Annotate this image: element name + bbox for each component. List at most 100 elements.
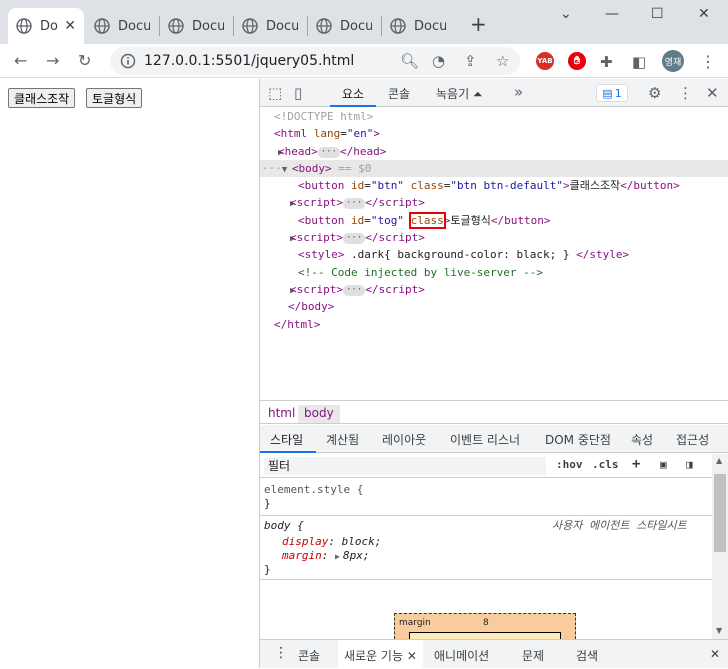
attr-value: "btn btn-default" [450, 179, 563, 192]
new-tab-icon[interactable]: + [470, 14, 487, 34]
toggle-sidebar-icon[interactable]: ◨ [686, 458, 693, 471]
tab-title: Do [40, 18, 58, 34]
dom-node[interactable]: <html lang="en"> [260, 125, 728, 142]
drawer-menu-icon[interactable]: ⋮ [274, 645, 288, 661]
box-model-margin-value[interactable]: 8 [483, 618, 489, 628]
class-toggle-button[interactable]: 클래스조작 [8, 88, 76, 108]
breadcrumb-body[interactable]: body [298, 405, 340, 423]
tab-title: Docu [414, 18, 446, 34]
body-selector: body { [264, 519, 304, 532]
more-tabs-chevron-icon[interactable]: » [514, 83, 523, 101]
devtools-menu-icon[interactable]: ⋮ [678, 84, 693, 102]
breadcrumb: html body [260, 400, 728, 424]
address-bar[interactable]: 127.0.0.1:5501/jquery05.html 🔍︎ ◔ ⇪ ☆ [110, 47, 520, 75]
share-icon[interactable]: ⇪ [464, 52, 477, 70]
drawer-tab-animations[interactable]: 애니메이션 [434, 647, 489, 664]
cls-toggle[interactable]: .cls [592, 458, 619, 471]
ellipsis-icon[interactable]: ··· [317, 146, 341, 158]
drawer-tab-search[interactable]: 검색 [576, 647, 598, 664]
tab-search-chevron-icon[interactable]: ⌄ [560, 6, 572, 22]
hand-extension-icon[interactable]: ✋︎ [568, 52, 586, 70]
dom-node-selected[interactable]: ···▼ <body> == $0 [260, 160, 728, 177]
dom-node[interactable]: </body> [260, 298, 728, 315]
bookmark-star-icon[interactable]: ☆ [496, 52, 509, 70]
browser-tab[interactable]: Docu [382, 8, 454, 44]
close-drawer-tab-icon[interactable]: ✕ [407, 649, 417, 663]
ellipsis-icon[interactable]: ··· [342, 232, 366, 244]
css-property: display [282, 535, 329, 548]
new-rule-plus-icon[interactable]: + [632, 456, 640, 472]
settings-gear-icon[interactable]: ⚙ [648, 84, 661, 102]
dom-node[interactable]: <button id="tog" class>토글형식</button> [260, 212, 728, 229]
dom-node[interactable]: ▶<script> ··· </script> [260, 194, 728, 211]
drawer-tab-console[interactable]: 콘솔 [298, 647, 320, 664]
browser-tab[interactable]: Docu [234, 8, 306, 44]
dom-node[interactable]: <!DOCTYPE html> [260, 108, 728, 125]
node-menu-dots-icon[interactable]: ··· [260, 162, 282, 175]
tab-computed[interactable]: 계산됨 [326, 431, 359, 448]
back-icon[interactable]: ← [14, 51, 27, 71]
maximize-icon[interactable]: ☐ [651, 6, 664, 22]
attr-value: "en" [346, 127, 374, 140]
inspect-element-icon[interactable]: ⬚ [268, 84, 282, 102]
drawer-tab-issues[interactable]: 문제 [522, 647, 544, 664]
scroll-up-icon[interactable]: ▲ [716, 456, 722, 465]
zoom-icon[interactable]: 🔍︎ [400, 52, 419, 70]
computed-styles-icon[interactable]: ▣ [660, 458, 667, 471]
tab-title: Docu [192, 18, 224, 34]
dom-node[interactable]: <style> .dark{ background-color: black; … [260, 246, 728, 263]
browser-tab[interactable]: Docu [160, 8, 232, 44]
tab-console[interactable]: 콘솔 [388, 85, 410, 102]
toggle-style-button[interactable]: 토글형식 [86, 88, 143, 108]
browser-tab[interactable]: Docu [308, 8, 380, 44]
tab-event-listeners[interactable]: 이벤트 리스너 [450, 431, 520, 448]
browser-tab-active[interactable]: Do ✕ [8, 8, 84, 44]
tab-properties[interactable]: 속성 [631, 431, 653, 448]
hov-toggle[interactable]: :hov [556, 458, 583, 471]
expand-triangle-icon[interactable]: ▶ [260, 196, 295, 213]
issues-badge[interactable]: ▤ 1 [596, 84, 628, 102]
breadcrumb-html[interactable]: html [262, 405, 301, 423]
tab-elements[interactable]: 요소 [342, 85, 364, 102]
ellipsis-icon[interactable]: ··· [342, 197, 366, 209]
scroll-down-icon[interactable]: ▼ [716, 626, 722, 635]
styles-scrollbar[interactable]: ▲ ▼ [712, 454, 728, 639]
selected-marker: == $0 [338, 162, 372, 175]
browser-tab[interactable]: Docu [86, 8, 158, 44]
dom-node[interactable]: ▶<head> ··· </head> [260, 143, 728, 160]
filter-input[interactable]: 필터 [264, 457, 546, 475]
issues-count: 1 [614, 86, 622, 100]
dom-node[interactable]: ▶<script> ··· </script> [260, 229, 728, 246]
ellipsis-icon[interactable]: ··· [342, 284, 366, 296]
extensions-puzzle-icon[interactable]: ✚ [600, 52, 613, 72]
scrollbar-thumb[interactable] [714, 474, 726, 552]
device-toolbar-icon[interactable]: ▯ [294, 84, 302, 102]
tab-dom-breakpoints[interactable]: DOM 중단점 [545, 431, 611, 448]
highlighted-class-attr[interactable]: class [408, 212, 446, 229]
performance-icon[interactable]: ◔ [432, 52, 445, 70]
expand-triangle-icon[interactable]: ▶ [335, 550, 343, 564]
close-drawer-icon[interactable]: ✕ [710, 647, 720, 661]
dom-node[interactable]: ▶<script> ··· </script> [260, 281, 728, 298]
forward-icon[interactable]: → [46, 51, 59, 71]
dom-node[interactable]: <!-- Code injected by live-server --> [260, 264, 728, 281]
dom-node[interactable]: <button id="btn" class="btn btn-default"… [260, 177, 728, 194]
drawer-tab-whats-new[interactable]: 새로운 기능 ✕ [338, 640, 423, 669]
info-icon[interactable] [120, 53, 136, 69]
active-tab-indicator [330, 105, 376, 107]
dom-node[interactable]: </html> [260, 316, 728, 333]
close-window-icon[interactable]: ✕ [698, 6, 710, 22]
minimize-icon[interactable]: — [605, 6, 619, 22]
close-devtools-icon[interactable]: ✕ [706, 84, 719, 102]
avatar[interactable]: 영재 [662, 50, 684, 72]
element-style-selector[interactable]: element.style { [264, 483, 363, 497]
tab-layout[interactable]: 레이아웃 [382, 431, 426, 448]
close-tab-icon[interactable]: ✕ [64, 18, 76, 34]
reload-icon[interactable]: ↻ [78, 51, 91, 71]
yab-extension-icon[interactable]: YAB [536, 52, 554, 70]
tab-styles[interactable]: 스타일 [270, 431, 303, 448]
tab-recorder[interactable]: 녹음기 ⏶ [436, 85, 483, 102]
menu-kebab-icon[interactable]: ⋮ [700, 52, 716, 72]
tab-accessibility[interactable]: 접근성 [676, 431, 709, 448]
side-panel-icon[interactable]: ◧ [632, 52, 646, 72]
